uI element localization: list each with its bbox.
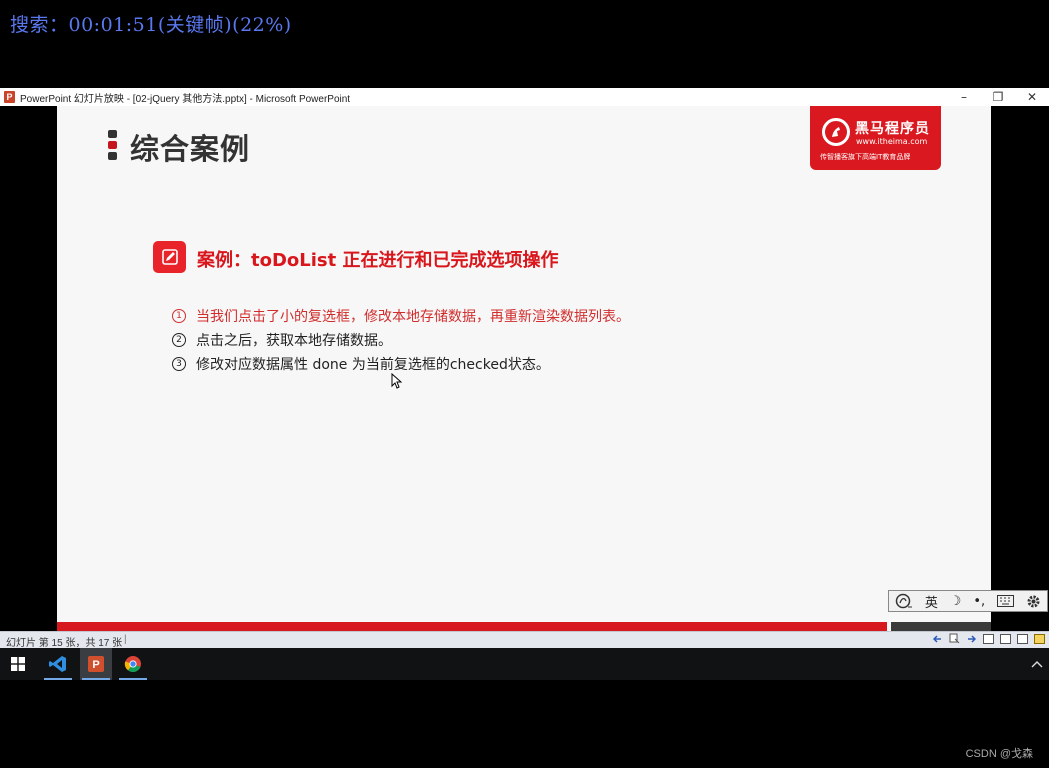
item-text: 修改对应数据属性 done 为当前复选框的checked状态。 bbox=[196, 357, 550, 373]
slide-canvas[interactable]: 综合案例 黑马程序员 www.itheima.com 传智播客旗下高端IT教育品… bbox=[57, 106, 991, 631]
ime-language-toggle[interactable]: 英 bbox=[925, 592, 938, 611]
restore-button[interactable]: ❐ bbox=[981, 88, 1015, 106]
window-title: PowerPoint 幻灯片放映 - [02-jQuery 其他方法.pptx]… bbox=[20, 93, 351, 105]
powerpoint-taskbar-icon[interactable]: P bbox=[80, 648, 112, 680]
windows-start-icon[interactable] bbox=[2, 648, 34, 680]
slide-footer-bar bbox=[57, 622, 887, 631]
item-text: 当我们点击了小的复选框，修改本地存储数据，再重新渲染数据列表。 bbox=[196, 309, 630, 325]
powerpoint-app-icon[interactable]: P bbox=[4, 91, 15, 103]
slide-footer-dark-bar bbox=[891, 622, 991, 631]
chevron-up-icon[interactable] bbox=[1031, 657, 1043, 671]
brand-name: 黑马程序员 bbox=[855, 121, 930, 137]
case-title: 案例：toDoList 正在进行和已完成选项操作 bbox=[197, 250, 559, 271]
list-item: 1 当我们点击了小的复选框，修改本地存储数据，再重新渲染数据列表。 bbox=[172, 304, 630, 328]
minimize-button[interactable]: – bbox=[947, 88, 981, 106]
search-status-overlay: 搜索：00:01:51(关键帧)(22%) bbox=[10, 14, 292, 36]
previous-slide-icon[interactable] bbox=[932, 633, 943, 644]
item-number: 1 bbox=[172, 309, 186, 323]
title-bar: P PowerPoint 幻灯片放映 - [02-jQuery 其他方法.ppt… bbox=[0, 88, 1049, 106]
mouse-cursor-icon bbox=[391, 372, 403, 393]
slideshow-view-icon[interactable] bbox=[1034, 633, 1045, 644]
status-tools bbox=[932, 633, 1045, 644]
step-list: 1 当我们点击了小的复选框，修改本地存储数据，再重新渲染数据列表。 2 点击之后… bbox=[172, 304, 630, 376]
keyboard-icon[interactable] bbox=[997, 595, 1015, 607]
item-number: 2 bbox=[172, 333, 186, 347]
brand-tagline: 传智播客旗下高端IT教育品牌 bbox=[820, 153, 911, 161]
powerpoint-window: P PowerPoint 幻灯片放映 - [02-jQuery 其他方法.ppt… bbox=[0, 88, 1049, 649]
slide-counter: 幻灯片 第 15 张，共 17 张 bbox=[6, 638, 123, 649]
chrome-taskbar-icon[interactable] bbox=[117, 648, 149, 680]
horse-logo-icon bbox=[822, 118, 850, 146]
slide-heading: 综合案例 bbox=[130, 132, 251, 166]
vscode-taskbar-icon[interactable] bbox=[42, 648, 74, 680]
ime-logo-icon[interactable] bbox=[895, 593, 913, 609]
item-number: 3 bbox=[172, 357, 186, 371]
close-button[interactable]: ✕ bbox=[1015, 88, 1049, 106]
brand-url: www.itheima.com bbox=[856, 137, 928, 146]
ime-punctuation-toggle[interactable]: •, bbox=[973, 594, 985, 609]
ime-halfwidth-toggle[interactable]: ☽ bbox=[950, 594, 962, 609]
heading-marker-icon bbox=[108, 130, 117, 163]
brand-logo: 黑马程序员 www.itheima.com 传智播客旗下高端IT教育品牌 bbox=[810, 106, 941, 170]
normal-view-icon[interactable] bbox=[983, 633, 994, 644]
next-slide-icon[interactable] bbox=[966, 633, 977, 644]
watermark: CSDN @戈森 bbox=[965, 748, 1033, 760]
list-item: 2 点击之后，获取本地存储数据。 bbox=[172, 328, 630, 352]
reading-view-icon[interactable] bbox=[1017, 633, 1028, 644]
windows-taskbar: P bbox=[0, 648, 1049, 680]
svg-text:P: P bbox=[92, 659, 99, 671]
pencil-icon bbox=[153, 241, 186, 273]
slide-menu-icon[interactable] bbox=[949, 633, 960, 644]
status-separator: | bbox=[124, 634, 127, 645]
item-text: 点击之后，获取本地存储数据。 bbox=[196, 333, 392, 349]
window-controls: – ❐ ✕ bbox=[947, 88, 1049, 106]
gear-icon[interactable] bbox=[1026, 594, 1041, 609]
status-bar: 幻灯片 第 15 张，共 17 张 | bbox=[0, 631, 1049, 649]
ime-toolbar: 英 ☽ •, bbox=[888, 590, 1048, 612]
slide-sorter-view-icon[interactable] bbox=[1000, 633, 1011, 644]
